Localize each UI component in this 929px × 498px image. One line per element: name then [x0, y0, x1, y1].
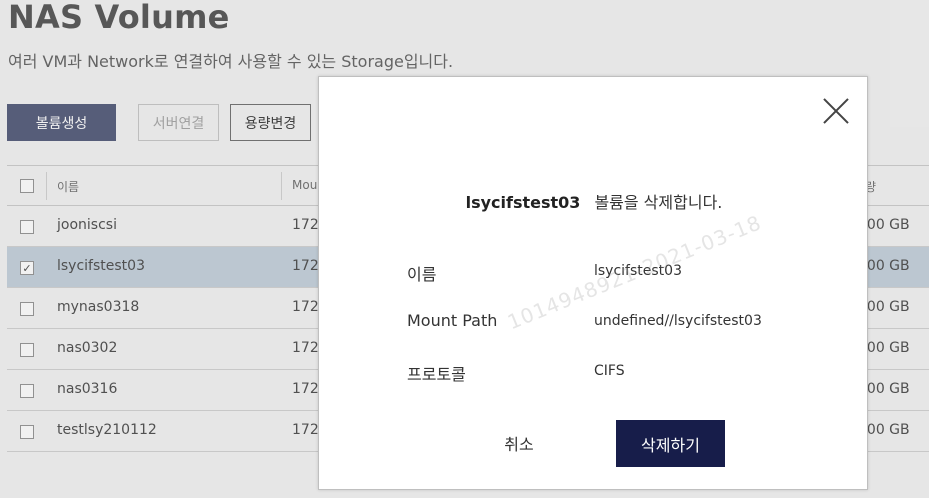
field-label-protocol: 프로토콜 [407, 365, 466, 384]
close-icon[interactable] [823, 98, 849, 124]
field-value-protocol: CIFS [594, 363, 625, 379]
target-volume-name: lsycifstest03 [465, 193, 581, 212]
cancel-button[interactable]: 취소 [469, 419, 569, 467]
field-label-name: 이름 [407, 265, 437, 284]
delete-message: lsycifstest03 볼륨을 삭제합니다. [319, 189, 869, 213]
delete-message-text: 볼륨을 삭제합니다. [594, 193, 723, 212]
delete-volume-dialog: lsycifstest03 볼륨을 삭제합니다. 이름 lsycifstest03… [318, 76, 868, 490]
field-value-mount-path: undefined//lsycifstest03 [594, 313, 762, 329]
confirm-delete-button[interactable]: 삭제하기 [616, 420, 725, 467]
field-label-mount-path: Mount Path [407, 311, 498, 330]
